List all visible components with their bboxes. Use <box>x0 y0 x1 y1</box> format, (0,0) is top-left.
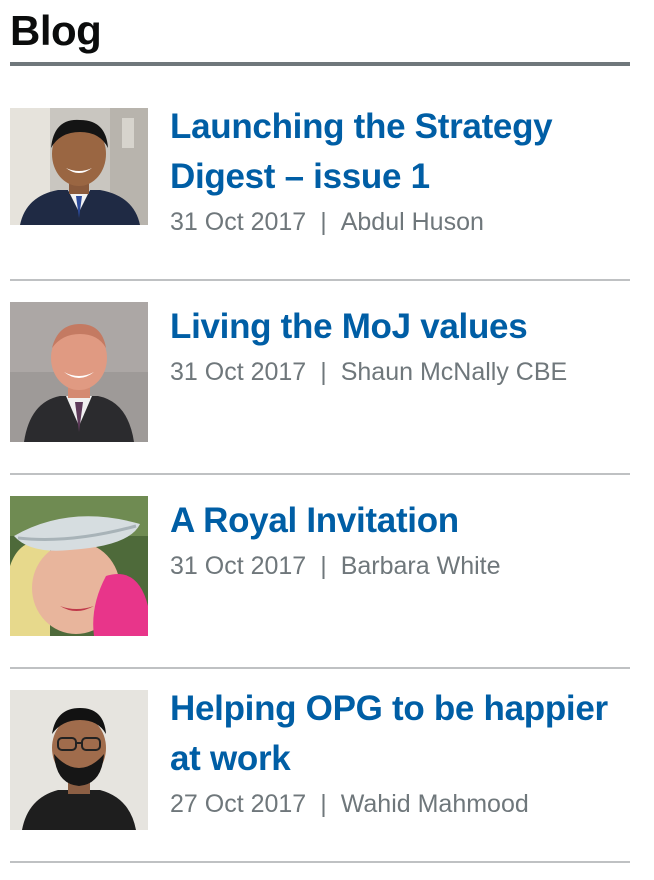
post-meta: 31 Oct 2017 | Barbara White <box>170 546 630 586</box>
post-body: Helping OPG to be happier at work 27 Oct… <box>170 684 630 824</box>
post-date: 31 Oct 2017 <box>170 208 307 236</box>
meta-separator: | <box>320 790 327 818</box>
blog-post: A Royal Invitation 31 Oct 2017 | Barbara W… <box>10 475 630 669</box>
post-date: 31 Oct 2017 <box>170 552 307 580</box>
post-body: Living the MoJ values 31 Oct 2017 | Shaun … <box>170 302 630 392</box>
post-date: 27 Oct 2017 <box>170 790 307 818</box>
author-photo-abdul-huson[interactable] <box>10 108 148 225</box>
post-body: Launching the Strategy Digest – issue 1 … <box>170 102 630 242</box>
author-photo-wahid-mahmood[interactable] <box>10 690 148 830</box>
post-author: Barbara White <box>340 552 501 580</box>
post-title-link[interactable]: Helping OPG to be happier at work <box>170 684 630 784</box>
post-body: A Royal Invitation 31 Oct 2017 | Barbara W… <box>170 496 630 586</box>
portrait-icon <box>10 496 148 636</box>
post-title-link[interactable]: A Royal Invitation <box>170 496 630 546</box>
post-date: 31 Oct 2017 <box>170 358 307 386</box>
post-title-link[interactable]: Living the MoJ values <box>170 302 630 352</box>
blog-post: Launching the Strategy Digest – issue 1 … <box>10 66 630 281</box>
author-photo-shaun-mcnally[interactable] <box>10 302 148 442</box>
meta-separator: | <box>320 358 327 386</box>
blog-section: Blog Launching the Strategy Digest – iss… <box>0 0 630 863</box>
author-photo-barbara-white[interactable] <box>10 496 148 636</box>
meta-separator: | <box>320 208 327 236</box>
post-meta: 27 Oct 2017 | Wahid Mahmood <box>170 784 630 824</box>
post-meta: 31 Oct 2017 | Abdul Huson <box>170 202 630 242</box>
portrait-icon <box>10 690 148 830</box>
meta-separator: | <box>320 552 327 580</box>
portrait-icon <box>10 108 148 225</box>
post-author: Abdul Huson <box>340 208 484 236</box>
blog-post: Helping OPG to be happier at work 27 Oct… <box>10 669 630 863</box>
post-title-link[interactable]: Launching the Strategy Digest – issue 1 <box>170 102 630 202</box>
post-author: Shaun McNally CBE <box>340 358 568 386</box>
section-heading: Blog <box>10 0 630 66</box>
post-meta: 31 Oct 2017 | Shaun McNally CBE <box>170 352 630 392</box>
portrait-icon <box>10 302 148 442</box>
post-author: Wahid Mahmood <box>340 790 529 818</box>
blog-post: Living the MoJ values 31 Oct 2017 | Shaun … <box>10 281 630 475</box>
